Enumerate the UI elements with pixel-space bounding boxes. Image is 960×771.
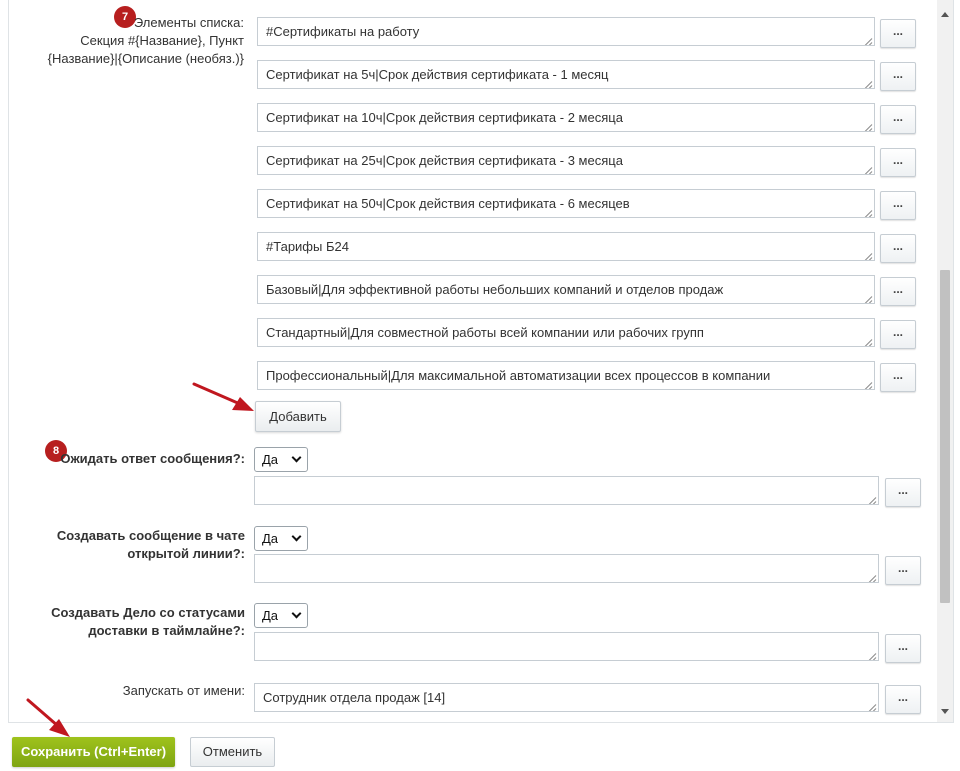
list-item-dots-button[interactable]: ... <box>880 234 916 263</box>
list-item-dots-button[interactable]: ... <box>880 148 916 177</box>
wait-reply-select-value: Да <box>262 452 279 467</box>
list-item-text: Сертификат на 50ч|Срок действия сертифик… <box>266 196 630 211</box>
resize-grip-icon[interactable] <box>867 649 876 658</box>
list-item-text: Сертификат на 5ч|Срок действия сертифика… <box>266 67 609 82</box>
resize-grip-icon[interactable] <box>863 120 872 129</box>
cancel-button[interactable]: Отменить <box>190 737 275 767</box>
deal-status-dots-button[interactable]: ... <box>885 634 921 663</box>
list-items-label-line1: Элементы списка: <box>133 15 244 30</box>
resize-grip-icon[interactable] <box>863 206 872 215</box>
list-item-text: Базовый|Для эффективной работы небольших… <box>266 282 724 297</box>
list-item-textarea[interactable]: Базовый|Для эффективной работы небольших… <box>257 275 875 304</box>
deal-status-label-line2: доставки в таймлайне?: <box>88 623 245 638</box>
list-item-dots-button[interactable]: ... <box>880 105 916 134</box>
resize-grip-icon[interactable] <box>867 571 876 580</box>
list-item-dots-button[interactable]: ... <box>880 277 916 306</box>
chat-message-textarea[interactable] <box>254 554 879 583</box>
list-item-dots-button[interactable]: ... <box>880 320 916 349</box>
chevron-down-icon <box>291 452 302 463</box>
save-button[interactable]: Сохранить (Ctrl+Enter) <box>12 737 175 767</box>
chat-message-select[interactable]: Да <box>254 526 308 551</box>
wait-reply-select[interactable]: Да <box>254 447 308 472</box>
list-item-textarea[interactable]: Сертификат на 25ч|Срок действия сертифик… <box>257 146 875 175</box>
deal-status-label: Создавать Дело со статусами доставки в т… <box>49 604 245 640</box>
list-items-label: Элементы списка: Секция #{Название}, Пун… <box>29 14 244 68</box>
resize-grip-icon[interactable] <box>863 292 872 301</box>
scrollbar-thumb[interactable] <box>940 270 950 603</box>
chevron-down-icon <box>291 608 302 619</box>
deal-status-select[interactable]: Да <box>254 603 308 628</box>
list-item-text: Сертификат на 10ч|Срок действия сертифик… <box>266 110 623 125</box>
list-item-text: Профессиональный|Для максимальной автома… <box>266 368 771 383</box>
list-item-dots-button[interactable]: ... <box>880 62 916 91</box>
list-item-text: Стандартный|Для совместной работы всей к… <box>266 325 704 340</box>
resize-grip-icon[interactable] <box>863 163 872 172</box>
list-items-label-line3: {Название}|{Описание (необяз.)} <box>47 51 244 66</box>
resize-grip-icon[interactable] <box>863 249 872 258</box>
list-item-textarea[interactable]: Сертификат на 5ч|Срок действия сертифика… <box>257 60 875 89</box>
vertical-scrollbar[interactable] <box>937 0 953 722</box>
run-as-dots-button[interactable]: ... <box>885 685 921 714</box>
resize-grip-icon[interactable] <box>863 77 872 86</box>
resize-grip-icon[interactable] <box>863 378 872 387</box>
list-item-dots-button[interactable]: ... <box>880 19 916 48</box>
deal-status-label-line1: Создавать Дело со статусами <box>51 605 245 620</box>
run-as-textarea[interactable]: Сотрудник отдела продаж [14] <box>254 683 879 712</box>
list-item-text: #Сертификаты на работу <box>266 24 420 39</box>
list-item-text: #Тарифы Б24 <box>266 239 349 254</box>
wait-reply-textarea[interactable] <box>254 476 879 505</box>
chat-message-dots-button[interactable]: ... <box>885 556 921 585</box>
chat-message-select-value: Да <box>262 531 279 546</box>
list-item-textarea[interactable]: Профессиональный|Для максимальной автома… <box>257 361 875 390</box>
deal-status-select-value: Да <box>262 608 279 623</box>
list-item-textarea[interactable]: Стандартный|Для совместной работы всей к… <box>257 318 875 347</box>
scroll-up-arrow-icon[interactable] <box>941 12 949 17</box>
chat-message-label: Создавать сообщение в чате открытой лини… <box>49 527 245 563</box>
resize-grip-icon[interactable] <box>867 493 876 502</box>
list-item-textarea[interactable]: Сертификат на 10ч|Срок действия сертифик… <box>257 103 875 132</box>
add-item-button[interactable]: Добавить <box>255 401 341 432</box>
chat-message-label-line2: открытой линии?: <box>127 546 245 561</box>
list-item-dots-button[interactable]: ... <box>880 191 916 220</box>
scroll-down-arrow-icon[interactable] <box>941 709 949 714</box>
list-item-textarea[interactable]: #Тарифы Б24 <box>257 232 875 261</box>
resize-grip-icon[interactable] <box>863 335 872 344</box>
resize-grip-icon[interactable] <box>867 700 876 709</box>
run-as-label: Запускать от имени: <box>122 683 245 698</box>
run-as-text: Сотрудник отдела продаж [14] <box>263 690 446 705</box>
list-item-text: Сертификат на 25ч|Срок действия сертифик… <box>266 153 623 168</box>
list-item-textarea[interactable]: Сертификат на 50ч|Срок действия сертифик… <box>257 189 875 218</box>
deal-status-textarea[interactable] <box>254 632 879 661</box>
resize-grip-icon[interactable] <box>863 34 872 43</box>
chevron-down-icon <box>291 531 302 542</box>
list-items-label-line2: Секция #{Название}, Пункт <box>80 33 244 48</box>
wait-reply-label: Ожидать ответ сообщения?: <box>60 451 245 466</box>
list-item-dots-button[interactable]: ... <box>880 363 916 392</box>
settings-panel: 7 Элементы списка: Секция #{Название}, П… <box>8 0 954 723</box>
chat-message-label-line1: Создавать сообщение в чате <box>56 528 245 543</box>
wait-reply-dots-button[interactable]: ... <box>885 478 921 507</box>
list-item-textarea[interactable]: #Сертификаты на работу <box>257 17 875 46</box>
